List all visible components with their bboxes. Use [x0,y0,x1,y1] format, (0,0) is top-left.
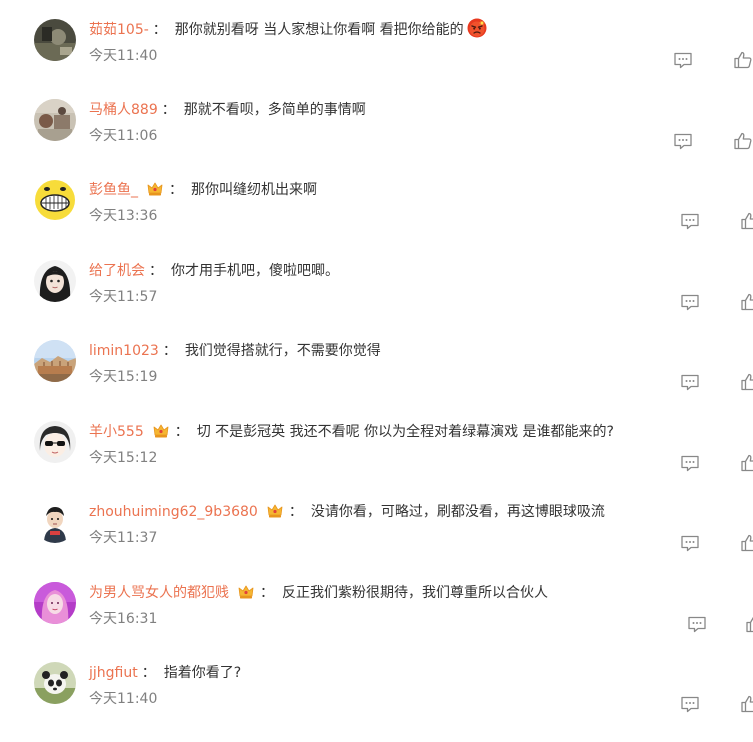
comment-icon[interactable] [673,50,693,70]
thumbs-up-icon[interactable] [740,211,753,231]
avatar[interactable] [34,99,76,141]
comment-time: 今天16:31 [89,611,158,627]
crown-badge-icon [266,502,284,520]
comment-time: 今天11:06 [89,128,158,144]
comment-line: 茹茹105-： 那你就别看呀 当人家想让你看啊 看把你给能的 [89,18,487,41]
comment-icon[interactable] [680,211,700,231]
comment-time: 今天15:19 [89,369,158,385]
comment-item: 彭鱼鱼_ ： 那你叫缝纫机出来啊 今天13:36 [0,179,753,259]
comment-line: jjhgfiut： 指着你看了? [89,662,241,684]
username-link[interactable]: limin1023 [89,343,159,359]
thumbs-up-icon[interactable] [740,292,753,312]
separator: ： [162,343,177,359]
comment-item: 茹茹105-： 那你就别看呀 当人家想让你看啊 看把你给能的 今天11:40 [0,18,753,99]
separator: ： [152,22,167,38]
comment-time: 今天11:40 [89,48,158,64]
avatar[interactable] [34,19,76,61]
crown-badge-icon [146,180,164,198]
username-link[interactable]: jjhgfiut [89,665,138,681]
avatar[interactable] [34,179,76,221]
avatar[interactable] [34,340,76,382]
separator: ： [174,424,189,440]
comment-icon[interactable] [687,614,707,634]
comment-item: 羊小555：切 不是彭冠英 我还不看呢 你以为全程对着绿幕演戏 是谁都能来的? … [0,421,753,501]
comment-line: 彭鱼鱼_ ： 那你叫缝纫机出来啊 [89,179,317,201]
separator: ： [260,585,274,601]
avatar[interactable] [34,501,76,543]
comment-item: 为男人骂女人的都犯贱 ： 反正我们紫粉很期待，我们尊重所以合伙人 今天16:31 [0,582,753,662]
comment-text: 反正我们紫粉很期待，我们尊重所以合伙人 [282,585,548,601]
comment-icon[interactable] [680,694,700,714]
comment-list: 茹茹105-：那你就别看呀 当人家想让你看啊 看把你给能的 今天11:40 马桶… [0,0,753,713]
username-link[interactable]: 彭鱼鱼_ [89,182,138,198]
comment-text: 那就不看呗，多简单的事情啊 [183,102,366,118]
thumbs-up-icon[interactable] [740,533,753,553]
separator: ： [149,263,163,279]
comment-line: 马桶人889： 那就不看呗，多简单的事情啊 [89,99,366,121]
avatar[interactable] [34,582,76,624]
comment-item: 马桶人889： 那就不看呗，多简单的事情啊 今天11:06 [0,99,753,179]
comment-item: limin1023： 我们觉得搭就行，不需要你觉得 今天15:19 [0,340,753,420]
comment-time: 今天11:57 [89,289,158,305]
comment-icon[interactable] [680,292,700,312]
crown-badge-icon [237,583,255,601]
username-link[interactable]: 茹茹105- [89,22,149,38]
username-link[interactable]: 给了机会 [89,263,145,279]
comment-text: 那你叫缝纫机出来啊 [191,182,317,198]
username-link[interactable]: 羊小555 [89,424,144,440]
avatar[interactable] [34,260,76,302]
comment-line: zhouhuiming62_9b3680 ： 没请你看，可略过，刷都没看，再这博眼球… [89,501,605,523]
thumbs-up-icon[interactable] [740,694,753,714]
comment-text: 我们觉得搭就行，不需要你觉得 [184,343,381,359]
thumbs-up-icon[interactable] [740,372,753,392]
comment-line: limin1023： 我们觉得搭就行，不需要你觉得 [89,340,381,362]
comment-line: 为男人骂女人的都犯贱 ： 反正我们紫粉很期待，我们尊重所以合伙人 [89,582,548,604]
avatar[interactable] [34,662,76,704]
comment-text: 那你就别看呀 当人家想让你看啊 看把你给能的 [174,22,464,38]
comment-item: zhouhuiming62_9b3680 ： 没请你看，可略过，刷都没看，再这博眼球… [0,501,753,581]
comment-time: 今天15:12 [89,450,158,466]
comment-icon[interactable] [680,453,700,473]
avatar[interactable] [34,421,76,463]
comment-line: 给了机会： 你才用手机吧，傻啦吧唧。 [89,260,339,282]
comment-item: 给了机会： 你才用手机吧，傻啦吧唧。 今天11:57 [0,260,753,340]
comment-text: 没请你看，可略过，刷都没看，再这博眼球吸流 [310,504,605,520]
comment-text: 你才用手机吧，傻啦吧唧。 [171,263,339,279]
comment-icon[interactable] [673,131,693,151]
comment-item: jjhgfiut： 指着你看了? 今天11:40 [0,662,753,742]
comment-time: 今天11:37 [89,530,158,546]
crown-badge-icon [152,422,170,440]
separator: ： [169,182,183,198]
thumbs-up-icon[interactable] [733,131,753,151]
comment-time: 今天13:36 [89,208,158,224]
comment-time: 今天11:40 [89,691,158,707]
username-link[interactable]: 马桶人889 [89,102,158,118]
separator: ： [161,102,176,118]
thumbs-up-icon[interactable] [733,50,753,70]
comment-icon[interactable] [680,372,700,392]
username-link[interactable]: zhouhuiming62_9b3680 [89,504,258,520]
separator: ： [288,504,303,520]
comment-icon[interactable] [680,533,700,553]
comment-line: 羊小555 ： 切 不是彭冠英 我还不看呢 你以为全程对着绿幕演戏 是谁都能来的? [89,421,614,443]
separator: ： [141,665,156,681]
thumbs-up-icon[interactable] [740,453,753,473]
comment-text: 指着你看了? [163,665,242,681]
comment-text: 切 不是彭冠英 我还不看呢 你以为全程对着绿幕演戏 是谁都能来的? [196,424,614,440]
username-link[interactable]: 为男人骂女人的都犯贱 [89,585,229,601]
thumbs-up-icon[interactable] [745,614,753,634]
angry-face-emoji [467,18,487,38]
